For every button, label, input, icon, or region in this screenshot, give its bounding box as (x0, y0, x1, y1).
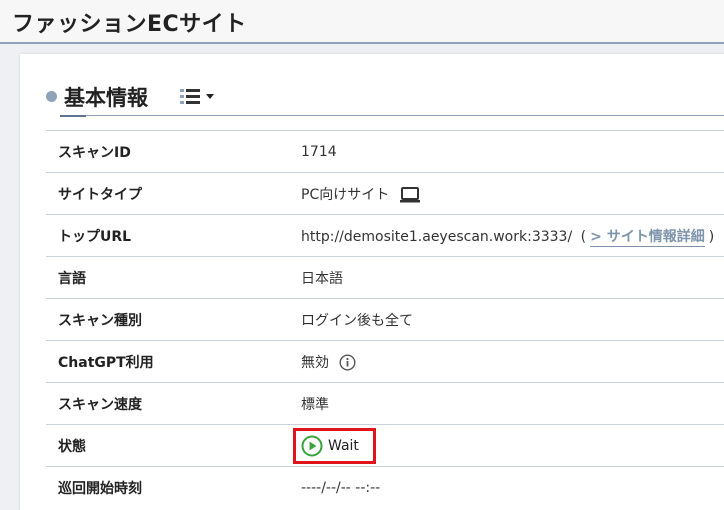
row-chatgpt: ChatGPT利用 無効 (46, 340, 724, 383)
play-icon (301, 435, 323, 456)
row-scan-type: スキャン種別 ログイン後も全て (46, 298, 724, 341)
monitor-icon (399, 186, 420, 202)
section-title: 基本情報 (64, 86, 148, 110)
value-scan-id: 1714 (301, 143, 337, 160)
bullet-icon (46, 91, 57, 102)
row-scan-speed: スキャン速度 標準 (46, 382, 724, 425)
label-site-type: サイトタイプ (58, 186, 142, 203)
value-status-cell: Wait (293, 425, 724, 467)
value-top-url-cell: http://demosite1.aeyescan.work:3333/ (> … (301, 215, 724, 257)
page-title: ファッションECサイト (12, 12, 247, 37)
paren-close: ) (708, 228, 715, 245)
value-chatgpt-cell: 無効 (301, 341, 724, 383)
label-chatgpt: ChatGPT利用 (58, 354, 154, 371)
value-scan-type: ログイン後も全て (301, 312, 413, 329)
row-scan-id: スキャンID 1714 (46, 130, 724, 173)
page-header: ファッションECサイト (0, 0, 724, 44)
value-chatgpt: 無効 (301, 354, 329, 371)
basic-info-card: 基本情報 スキャンID 1714 サイトタイプ PC向けサイト トップURL h… (20, 54, 724, 510)
section-divider-accent (60, 115, 86, 117)
section-header: 基本情報 (46, 82, 724, 118)
status-text: Wait (328, 437, 359, 454)
value-scan-speed: 標準 (301, 396, 329, 413)
row-site-type: サイトタイプ PC向けサイト (46, 172, 724, 215)
info-icon[interactable] (339, 354, 356, 371)
label-top-url: トップURL (58, 228, 132, 245)
label-scan-speed: スキャン速度 (58, 396, 142, 413)
section-divider (60, 115, 724, 116)
value-site-type-cell: PC向けサイト (301, 173, 724, 215)
label-scan-type: スキャン種別 (58, 312, 142, 329)
info-table: スキャンID 1714 サイトタイプ PC向けサイト トップURL http:/… (46, 130, 724, 509)
value-site-type: PC向けサイト (301, 186, 390, 203)
row-crawl-start: 巡回開始時刻 ----/--/-- --:-- (46, 466, 724, 509)
site-detail-link[interactable]: > サイト情報詳細 (590, 228, 705, 247)
list-icon[interactable] (180, 87, 200, 105)
value-crawl-start: ----/--/-- --:-- (301, 479, 381, 496)
label-crawl-start: 巡回開始時刻 (58, 480, 142, 497)
row-language: 言語 日本語 (46, 256, 724, 299)
value-language: 日本語 (301, 270, 343, 287)
label-status: 状態 (58, 438, 86, 455)
caret-down-icon[interactable] (206, 94, 214, 99)
row-top-url: トップURL http://demosite1.aeyescan.work:33… (46, 214, 724, 257)
top-url-link[interactable]: http://demosite1.aeyescan.work:3333/ (301, 229, 572, 245)
status-highlight: Wait (293, 427, 376, 464)
label-scan-id: スキャンID (58, 144, 131, 161)
row-status: 状態 Wait (46, 424, 724, 467)
label-language: 言語 (58, 270, 86, 287)
paren-open: ( (580, 228, 587, 245)
